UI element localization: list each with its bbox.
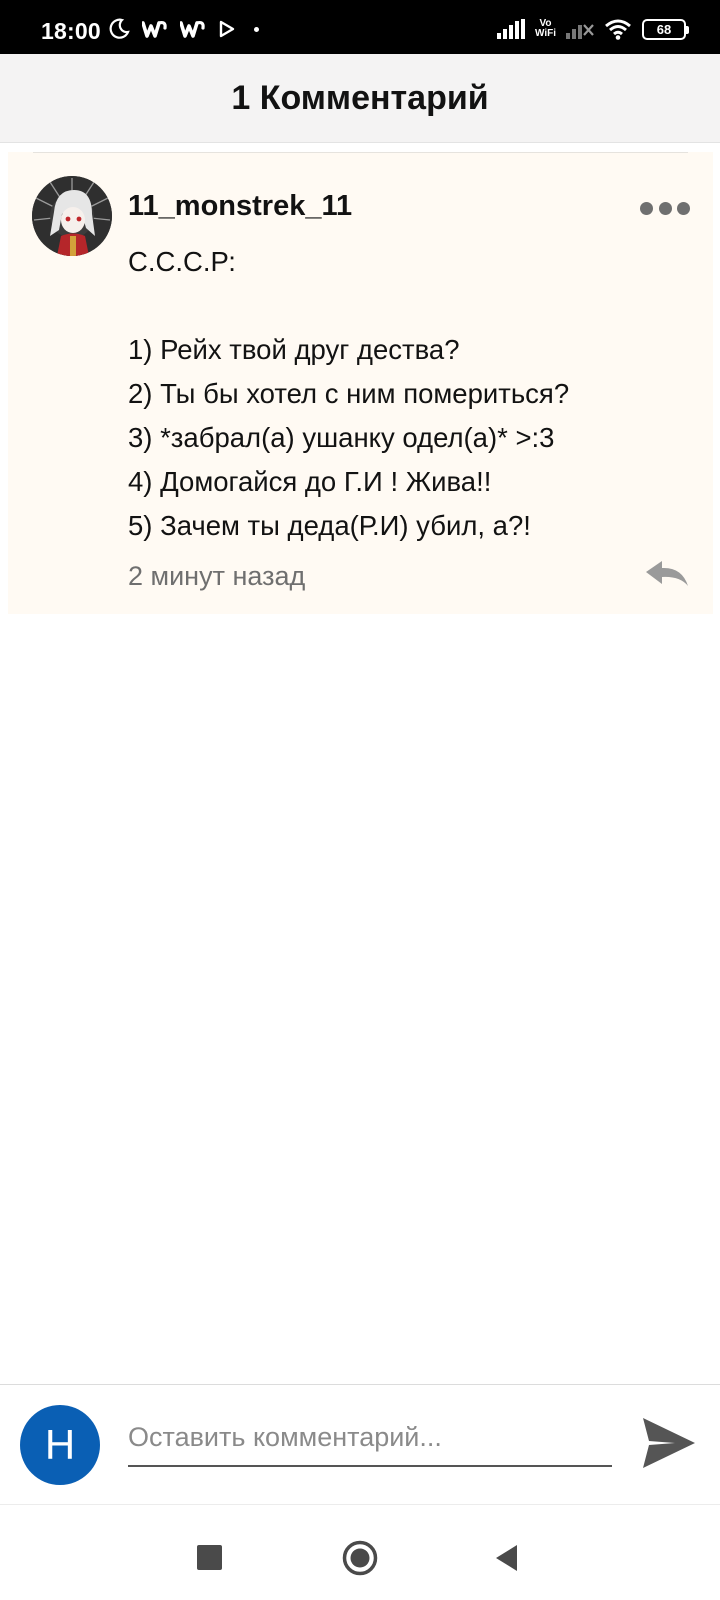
reply-icon[interactable]	[644, 559, 690, 589]
wifi-icon	[605, 19, 631, 40]
status-time: 18:00	[41, 18, 101, 44]
comment-line: С.С.С.Р:	[128, 246, 236, 277]
page-title: 1 Комментарий	[231, 78, 489, 117]
comment-line: 3) *забрал(а) ушанку одел(а)* >:3	[128, 422, 555, 453]
wattpad-icon	[142, 20, 167, 38]
comment-line: 2) Ты бы хотел с ним помериться?	[128, 378, 570, 409]
send-icon[interactable]	[641, 1416, 697, 1470]
signal-off-icon	[566, 24, 594, 39]
status-bar: 18:00 Vo WiFi 68	[0, 0, 720, 54]
moon-icon	[109, 18, 130, 39]
vowifi-icon: Vo WiFi	[535, 19, 556, 39]
home-button[interactable]	[342, 1540, 378, 1576]
signal-icon	[496, 19, 525, 39]
comment-body: С.С.С.Р: 1) Рейх твой друг дества? 2) Ты…	[128, 240, 668, 548]
comment-composer: Н	[0, 1384, 720, 1504]
avatar[interactable]	[32, 176, 112, 256]
back-button[interactable]	[493, 1543, 519, 1573]
more-options-icon[interactable]	[640, 196, 690, 220]
user-avatar[interactable]: Н	[20, 1405, 100, 1485]
status-icons-right: Vo WiFi 68	[496, 17, 689, 41]
status-icons-left	[108, 17, 259, 41]
comment-username[interactable]: 11_monstrek_11	[128, 190, 352, 223]
comment-line: 4) Домогайся до Г.И ! Жива!!	[128, 466, 492, 497]
navigation-bar	[0, 1504, 720, 1600]
recent-apps-button[interactable]	[197, 1545, 222, 1570]
comment-timestamp: 2 минут назад	[128, 561, 306, 591]
comment-line: 5) Зачем ты деда(Р.И) убил, а?!	[128, 510, 531, 541]
wattpad-icon	[180, 20, 205, 38]
vowifi-bottom: WiFi	[534, 28, 556, 39]
header: 1 Комментарий	[0, 54, 720, 143]
comment-line	[128, 284, 668, 328]
battery-icon: 68	[642, 18, 689, 40]
dot-icon	[254, 26, 259, 32]
comment-input[interactable]	[128, 1409, 612, 1467]
comment-line: 1) Рейх твой друг дества?	[128, 334, 460, 365]
battery-level: 68	[656, 21, 672, 37]
play-icon	[219, 20, 235, 38]
divider	[33, 152, 688, 153]
